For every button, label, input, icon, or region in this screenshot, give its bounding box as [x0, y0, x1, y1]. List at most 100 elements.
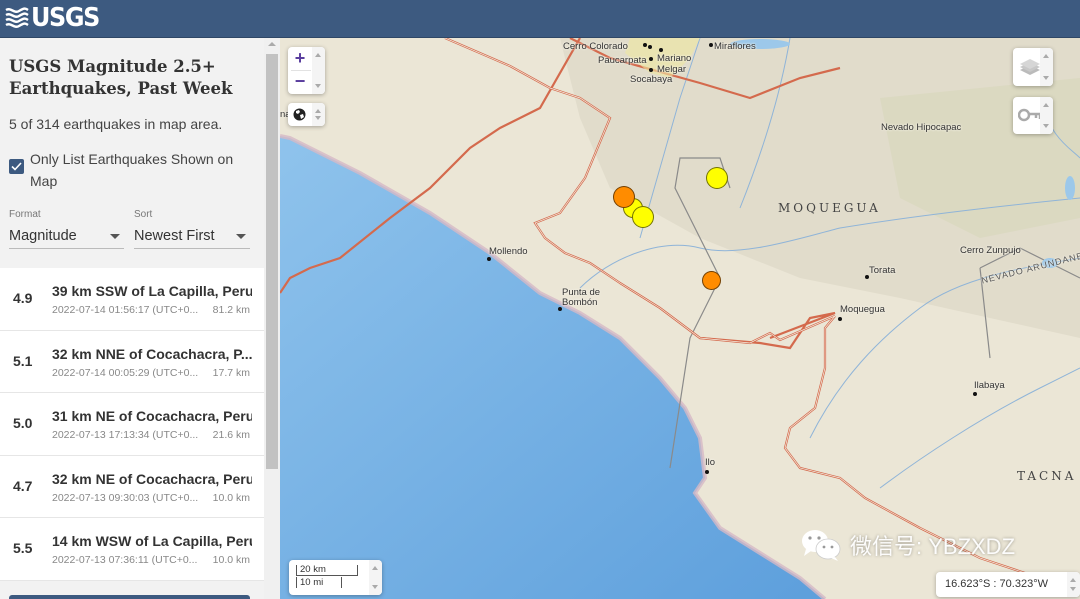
place-label-paucarpata: Paucarpata	[598, 55, 647, 66]
city-dot	[705, 470, 709, 474]
city-dot	[838, 317, 842, 321]
city-dot	[649, 68, 653, 72]
sidebar-scrollbar[interactable]	[264, 38, 280, 599]
logo-text: USGS	[31, 3, 100, 33]
earthquake-place: 32 km NNE of Cocachacra, P...	[52, 345, 252, 362]
earthquake-depth: 10.0 km	[212, 554, 250, 566]
earthquake-marker[interactable]	[632, 206, 654, 228]
coordinates-control: 16.623°S : 70.323°W	[936, 572, 1080, 597]
earthquake-depth: 21.6 km	[212, 429, 250, 441]
checkmark-icon	[11, 162, 22, 171]
scrollbar-thumb[interactable]	[266, 54, 278, 469]
page-title: USGS Magnitude 2.5+ Earthquakes, Past We…	[9, 57, 233, 98]
place-label-ilabaya: Ilabaya	[974, 380, 1005, 391]
app-header: USGS	[0, 0, 1080, 38]
zoom-control: + −	[288, 47, 325, 94]
earthquake-depth: 81.2 km	[212, 304, 250, 316]
control-scroll-arrows[interactable]	[312, 103, 325, 126]
earthquake-time: 2022-07-13 07:36:11 (UTC+0...	[52, 554, 198, 566]
chevron-down-icon	[110, 234, 120, 239]
city-dot	[649, 57, 653, 61]
usgs-waves-icon	[5, 7, 29, 28]
chevron-down-icon	[236, 234, 246, 239]
place-label-punta-de-bombon-2: Bombón	[562, 297, 598, 308]
control-scroll-arrows[interactable]	[369, 560, 382, 595]
earthquake-list-item[interactable]: 5.5 14 km WSW of La Capilla, Peru 2022-0…	[0, 518, 264, 581]
city-dot	[659, 48, 663, 52]
city-dot	[487, 257, 491, 261]
earthquake-magnitude: 5.1	[13, 352, 33, 369]
watermark-text: 微信号: YBZXDZ	[850, 534, 1016, 559]
scale-km-label: 20 km	[300, 564, 326, 575]
earthquake-marker[interactable]	[613, 186, 635, 208]
earthquake-place: 31 km NE of Cocachacra, Peru	[52, 408, 252, 424]
key-icon	[1018, 108, 1042, 122]
region-label-tacna: TACNA	[1017, 469, 1077, 483]
earthquake-place: 14 km WSW of La Capilla, Peru	[52, 533, 252, 549]
scale-mi-label: 10 mi	[300, 577, 324, 588]
earthquake-depth: 17.7 km	[212, 366, 250, 379]
city-dot	[648, 45, 652, 49]
earthquake-time: 2022-07-13 09:30:03 (UTC+0...	[52, 491, 199, 504]
format-select[interactable]: Magnitude	[9, 226, 124, 249]
watermark: 微信号: YBZXDZ	[800, 528, 1015, 562]
earthquake-list-item[interactable]: 4.9 39 km SSW of La Capilla, Peru 2022-0…	[0, 268, 264, 331]
format-value: Magnitude	[9, 228, 77, 244]
place-label-ilo: Ilo	[705, 457, 716, 468]
only-list-checkbox[interactable]	[9, 159, 24, 174]
control-scroll-arrows[interactable]	[1040, 97, 1053, 134]
place-label-cerro-colorado: Cerro Colorado	[563, 41, 628, 52]
place-label-nevado-hipocapac: Nevado Hipocapac	[881, 122, 962, 133]
sidebar: USGS Magnitude 2.5+ Earthquakes, Past We…	[0, 38, 280, 599]
place-label-cerro-zunpujo: Cerro Zunpujo	[960, 245, 1021, 256]
earthquake-marker[interactable]	[702, 271, 721, 290]
layers-icon	[1020, 59, 1040, 75]
earthquake-magnitude: 4.9	[13, 290, 33, 306]
sort-label: Sort	[134, 209, 153, 220]
scroll-up-arrow-icon[interactable]	[268, 42, 276, 46]
earthquake-list-item[interactable]: 5.1 32 km NNE of Cocachacra, P... 2022-0…	[0, 330, 264, 393]
city-dot	[973, 392, 977, 396]
sidebar-bottom-button[interactable]	[9, 595, 250, 599]
earthquake-depth: 10.0 km	[212, 491, 250, 504]
zoom-in-button[interactable]: +	[288, 47, 312, 70]
sort-select[interactable]: Newest First	[134, 226, 250, 249]
earthquake-magnitude: 5.0	[13, 415, 33, 431]
place-label-torata: Torata	[869, 265, 896, 276]
usgs-logo[interactable]: USGS	[5, 3, 105, 33]
map-view[interactable]: Cerro Colorado Paucarpata Mariano Melgar…	[280, 38, 1080, 599]
region-label-moquegua: MOQUEGUA	[778, 201, 881, 215]
city-dot	[643, 43, 647, 47]
city-dot	[709, 43, 713, 47]
control-scroll-arrows[interactable]	[1040, 48, 1053, 86]
place-label-mollendo: Mollendo	[489, 246, 528, 257]
only-list-checkbox-label[interactable]: Only List Earthquakes Shown on Map	[30, 148, 250, 192]
scale-bar-km: 20 km	[296, 565, 358, 576]
sort-value: Newest First	[134, 228, 215, 244]
earthquake-list-item[interactable]: 5.0 31 km NE of Cocachacra, Peru 2022-07…	[0, 393, 264, 456]
globe-control[interactable]	[288, 103, 325, 126]
earthquake-list-item[interactable]: 4.7 32 km NE of Cocachacra, Peru 2022-07…	[0, 455, 264, 518]
legend-key-control[interactable]	[1013, 97, 1053, 134]
earthquake-place: 32 km NE of Cocachacra, Peru	[52, 470, 252, 487]
earthquake-list: 4.9 39 km SSW of La Capilla, Peru 2022-0…	[0, 268, 264, 581]
earthquake-time: 2022-07-13 17:13:34 (UTC+0...	[52, 429, 199, 441]
control-scroll-arrows[interactable]	[312, 47, 325, 94]
place-label-moquegua-city: Moquegua	[840, 304, 885, 315]
control-scroll-arrows[interactable]	[1067, 572, 1080, 597]
globe-icon	[293, 108, 306, 121]
earthquake-time: 2022-07-14 00:05:29 (UTC+0...	[52, 366, 199, 379]
scale-control: 20 km 10 mi	[289, 560, 382, 595]
place-label-miraflores: Miraflores	[714, 41, 756, 52]
earthquake-marker[interactable]	[706, 167, 728, 189]
zoom-out-button[interactable]: −	[288, 70, 312, 93]
earthquake-count: 5 of 314 earthquakes in map area.	[9, 116, 223, 132]
wechat-icon	[802, 530, 841, 561]
place-label-mariano-melgar: Mariano	[657, 53, 692, 64]
city-dot	[558, 307, 562, 311]
earthquake-magnitude: 5.5	[13, 540, 33, 556]
layers-control[interactable]	[1013, 48, 1053, 86]
scale-bar-mi: 10 mi	[296, 577, 342, 588]
format-label: Format	[9, 209, 41, 220]
earthquake-place: 39 km SSW of La Capilla, Peru	[52, 283, 252, 299]
